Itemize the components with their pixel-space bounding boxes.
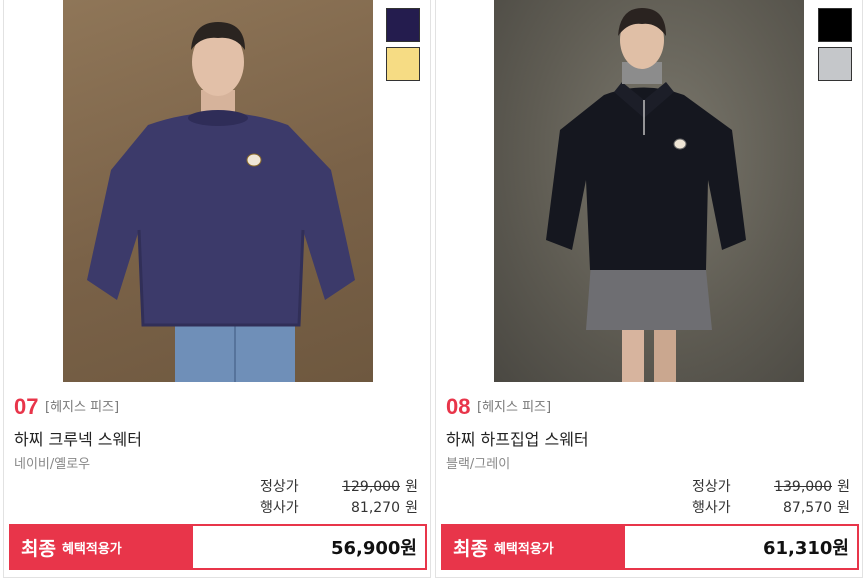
- final-price-tag: 최종 혜택적용가: [443, 526, 625, 568]
- product-card[interactable]: 08 [헤지스 피즈] 하찌 하프집업 스웨터 블랙/그레이 정상가 139,0…: [435, 0, 863, 578]
- product-image[interactable]: [494, 0, 804, 382]
- event-price-label: 행사가: [260, 500, 299, 516]
- benefit-label: 혜택적용가: [493, 541, 554, 557]
- currency-unit: 원: [837, 479, 850, 495]
- final-price-tag: 최종 혜택적용가: [11, 526, 193, 568]
- final-price-box: 최종 혜택적용가 56,900원: [9, 524, 427, 570]
- event-price-row: 행사가 81,270 원: [260, 497, 418, 517]
- event-price-label: 행사가: [692, 500, 731, 516]
- regular-price: 139,000: [774, 479, 832, 495]
- color-swatch-gray[interactable]: [818, 47, 852, 81]
- final-price: 61,310원: [762, 538, 849, 559]
- color-swatch-yellow[interactable]: [386, 47, 420, 81]
- final-label: 최종: [21, 537, 56, 560]
- product-name[interactable]: 하찌 하프집업 스웨터: [446, 426, 589, 450]
- event-price: 81,270: [351, 500, 400, 516]
- currency-unit: 원: [837, 500, 850, 516]
- regular-price-label: 정상가: [692, 479, 731, 495]
- color-swatch-navy[interactable]: [386, 8, 420, 42]
- regular-price-label: 정상가: [260, 479, 299, 495]
- regular-price-row: 정상가 129,000 원: [260, 476, 418, 496]
- product-number: 08: [446, 394, 471, 419]
- event-price: 87,570: [783, 500, 832, 516]
- color-swatches: [818, 8, 854, 86]
- final-label: 최종: [453, 537, 488, 560]
- product-number: 07: [14, 394, 39, 419]
- currency-unit: 원: [405, 500, 418, 516]
- benefit-label: 혜택적용가: [61, 541, 122, 557]
- color-swatches: [386, 8, 422, 86]
- product-color-text: 네이비/옐로우: [14, 457, 91, 472]
- product-brand: [헤지스 피즈]: [45, 400, 120, 415]
- color-swatch-black[interactable]: [818, 8, 852, 42]
- event-price-row: 행사가 87,570 원: [692, 497, 850, 517]
- product-image[interactable]: [63, 0, 373, 382]
- regular-price: 129,000: [342, 479, 400, 495]
- product-card[interactable]: 07 [헤지스 피즈] 하찌 크루넥 스웨터 네이비/옐로우 정상가 129,0…: [3, 0, 431, 578]
- product-name[interactable]: 하찌 크루넥 스웨터: [14, 426, 142, 450]
- regular-price-row: 정상가 139,000 원: [692, 476, 850, 496]
- product-color-text: 블랙/그레이: [446, 457, 511, 472]
- final-price-box: 최종 혜택적용가 61,310원: [441, 524, 859, 570]
- final-price: 56,900원: [330, 538, 417, 559]
- currency-unit: 원: [405, 479, 418, 495]
- product-brand: [헤지스 피즈]: [477, 400, 552, 415]
